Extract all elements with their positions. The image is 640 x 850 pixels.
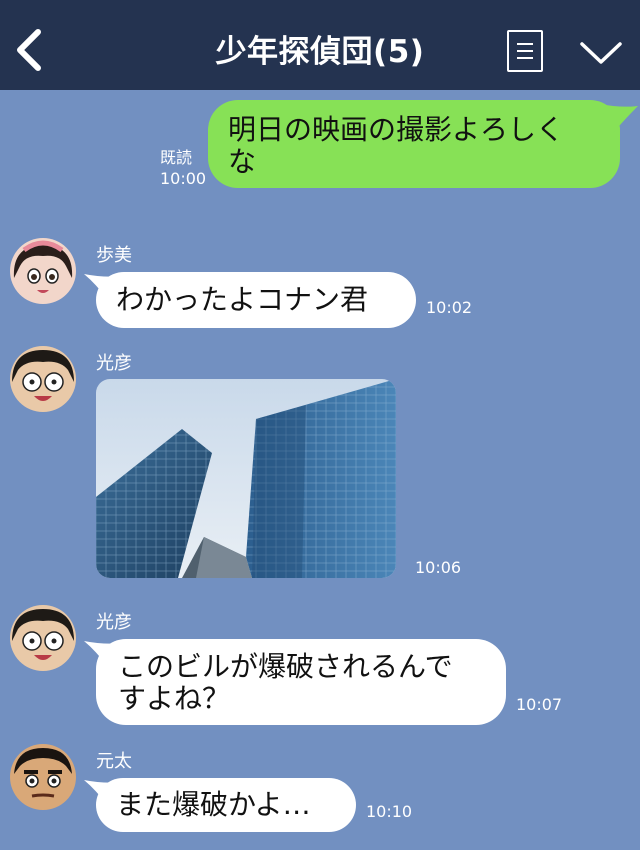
sender-name: 光彦	[96, 612, 132, 633]
shared-photo[interactable]	[96, 379, 396, 578]
message-text: すよね？	[118, 682, 231, 715]
chevron-down-icon	[580, 42, 622, 64]
message-text: また爆破かよ…	[116, 788, 311, 821]
office-buildings-photo	[96, 379, 396, 578]
sender-name: 光彦	[96, 353, 132, 374]
avatar-image	[10, 744, 76, 810]
message-time: 10:10	[366, 802, 413, 821]
sender-name: 歩美	[96, 245, 132, 266]
message-bubble[interactable]: このビルが爆破されるんで すよね？	[96, 639, 506, 725]
avatar-ayumi[interactable]	[10, 238, 76, 304]
read-label: 既読	[160, 148, 193, 167]
menu-button[interactable]	[507, 30, 543, 72]
menu-list-icon-line	[517, 50, 533, 52]
message-time: 10:06	[415, 558, 462, 577]
dropdown-button[interactable]	[578, 38, 624, 70]
message-text: 明日の映画の撮影よろしく	[228, 113, 565, 146]
avatar-mitsuhiko[interactable]	[10, 346, 76, 412]
avatar-image	[10, 605, 76, 671]
sender-name: 元太	[96, 751, 132, 772]
message-time: 10:07	[516, 695, 563, 714]
message-text: な	[228, 145, 257, 178]
menu-list-icon	[517, 43, 533, 45]
my-message-bubble[interactable]: 明日の映画の撮影よろしく な	[208, 100, 620, 188]
read-receipt: 既読 10:00	[160, 147, 206, 189]
message-time: 10:02	[426, 298, 473, 317]
avatar-mitsuhiko[interactable]	[10, 605, 76, 671]
bubble-tail	[600, 104, 638, 134]
message-time: 10:00	[160, 169, 207, 188]
avatar-genta[interactable]	[10, 744, 76, 810]
chat-header: 少年探偵団(5)	[0, 0, 640, 90]
chat-title: 少年探偵団(5)	[215, 34, 425, 70]
message-bubble[interactable]: また爆破かよ…	[96, 778, 356, 832]
menu-list-icon-line	[517, 57, 533, 59]
avatar-image	[10, 238, 76, 304]
message-bubble[interactable]: わかったよコナン君	[96, 272, 416, 328]
message-text: このビルが爆破されるんで	[118, 650, 453, 683]
avatar-image	[10, 346, 76, 412]
message-text: わかったよコナン君	[116, 283, 369, 316]
